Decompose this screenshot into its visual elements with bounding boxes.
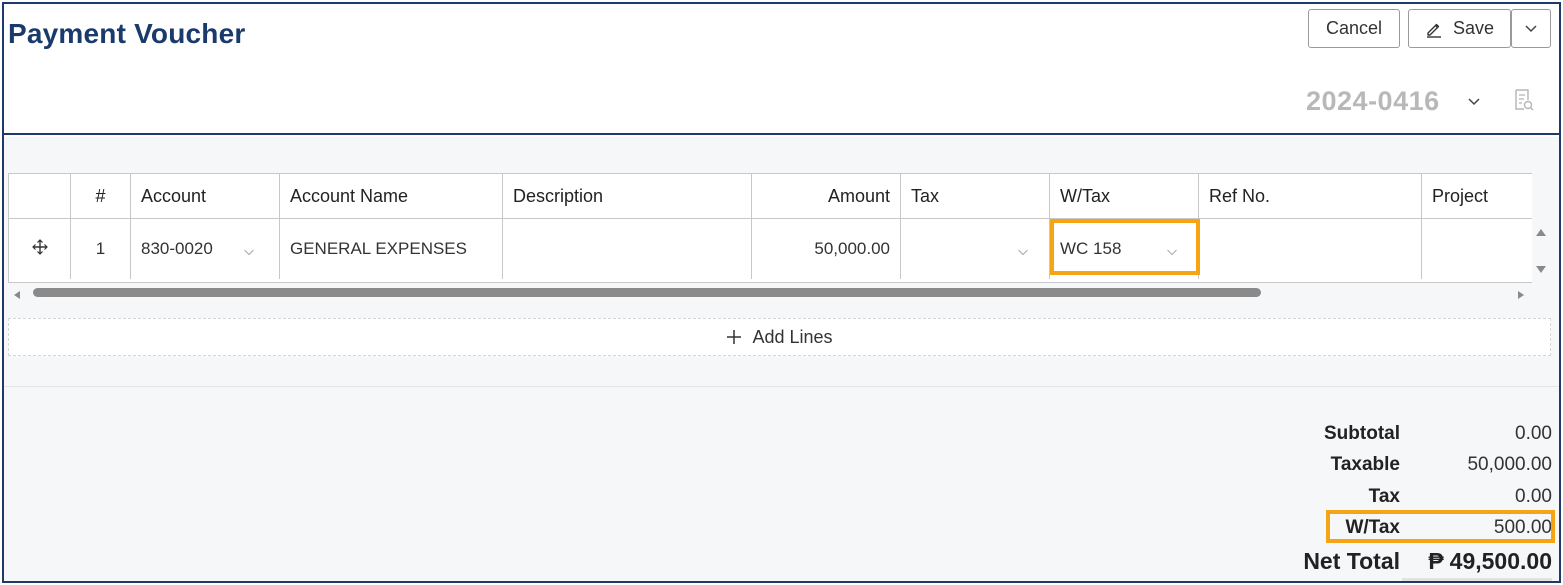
net-total-underline <box>1402 578 1552 581</box>
scroll-left-arrow-icon[interactable] <box>12 287 22 299</box>
col-header-project[interactable]: Project <box>1422 174 1532 218</box>
col-header-account-name[interactable]: Account Name <box>280 174 503 218</box>
save-options-button[interactable] <box>1511 9 1551 48</box>
net-total-label: Net Total <box>1303 547 1400 574</box>
col-header-drag <box>9 174 71 218</box>
currency-symbol: ₱ <box>1428 547 1444 574</box>
tax-label: Tax <box>1368 486 1400 507</box>
voucher-body: # Account Account Name Description Amoun… <box>4 137 1559 581</box>
amount-input[interactable]: 50,000.00 <box>752 219 901 279</box>
page-title: Payment Voucher <box>8 18 246 49</box>
scrollbar-thumb[interactable] <box>33 288 1261 297</box>
row-number: 1 <box>71 219 131 279</box>
scroll-right-arrow-icon[interactable] <box>1516 287 1526 299</box>
cancel-button[interactable]: Cancel <box>1308 9 1400 48</box>
grid-header-row: # Account Account Name Description Amoun… <box>9 174 1532 219</box>
subtotal-row: Subtotal 0.00 <box>1234 420 1552 448</box>
wtax-select[interactable]: WC 158 <box>1050 219 1199 279</box>
payment-voucher-window: Payment Voucher Cancel Save 2024-0416 # … <box>2 2 1561 583</box>
wtax-value: WC 158 <box>1060 239 1122 258</box>
col-header-number: # <box>71 174 131 218</box>
document-number-dropdown-icon[interactable] <box>1466 94 1482 110</box>
description-input[interactable] <box>503 219 752 279</box>
col-header-amount[interactable]: Amount <box>752 174 901 218</box>
wtax-label: W/Tax <box>1345 517 1400 538</box>
taxable-row: Taxable 50,000.00 <box>1234 451 1552 479</box>
col-header-ref-no[interactable]: Ref No. <box>1199 174 1422 218</box>
col-header-tax[interactable]: Tax <box>901 174 1050 218</box>
chevron-down-icon <box>243 243 255 256</box>
horizontal-scrollbar[interactable] <box>8 285 1532 299</box>
col-header-description[interactable]: Description <box>503 174 752 218</box>
row-drag-handle[interactable] <box>9 219 71 279</box>
account-select[interactable]: 830-0020 <box>131 219 280 279</box>
scroll-down-arrow-icon[interactable] <box>1534 263 1548 275</box>
tax-select[interactable] <box>901 219 1050 279</box>
tax-row: Tax 0.00 <box>1234 483 1552 511</box>
net-total-row: Net Total ₱ 49,500.00 <box>1234 547 1552 575</box>
section-divider <box>4 386 1559 387</box>
scroll-up-arrow-icon[interactable] <box>1534 225 1548 237</box>
lines-grid: # Account Account Name Description Amoun… <box>8 173 1532 283</box>
save-button[interactable]: Save <box>1408 9 1511 48</box>
pencil-icon <box>1425 20 1443 38</box>
header: Payment Voucher Cancel Save 2024-0416 <box>4 4 1559 135</box>
move-handle-icon <box>31 238 48 260</box>
wtax-value: 500.00 <box>1493 517 1552 538</box>
chevron-down-icon <box>1166 243 1178 256</box>
subtotal-value: 0.00 <box>1515 423 1552 444</box>
tax-value: 0.00 <box>1515 486 1552 507</box>
net-total-amount: 49,500.00 <box>1449 547 1552 574</box>
subtotal-label: Subtotal <box>1324 423 1400 444</box>
add-lines-button[interactable]: Add Lines <box>8 318 1551 356</box>
taxable-label: Taxable <box>1330 454 1400 475</box>
wtax-row: W/Tax 500.00 <box>1234 514 1552 542</box>
plus-icon <box>726 329 742 345</box>
chevron-down-icon <box>1017 243 1029 256</box>
account-value: 830-0020 <box>141 239 213 258</box>
cancel-button-label: Cancel <box>1325 18 1383 38</box>
project-select[interactable] <box>1422 219 1532 279</box>
taxable-value: 50,000.00 <box>1467 454 1552 475</box>
document-search-icon[interactable] <box>1513 88 1535 112</box>
table-row: 1 830-0020 GENERAL EXPENSES 50,000.00 WC… <box>9 219 1532 279</box>
document-number: 2024-0416 <box>1306 86 1440 116</box>
net-total-value: ₱ 49,500.00 <box>1400 548 1552 575</box>
col-header-wtax[interactable]: W/Tax <box>1050 174 1199 218</box>
col-header-account[interactable]: Account <box>131 174 280 218</box>
chevron-down-icon <box>1524 18 1538 39</box>
ref-no-input[interactable] <box>1199 219 1422 279</box>
save-button-label: Save <box>1452 18 1495 38</box>
account-name-cell[interactable]: GENERAL EXPENSES <box>280 219 503 279</box>
add-lines-label: Add Lines <box>752 326 833 347</box>
